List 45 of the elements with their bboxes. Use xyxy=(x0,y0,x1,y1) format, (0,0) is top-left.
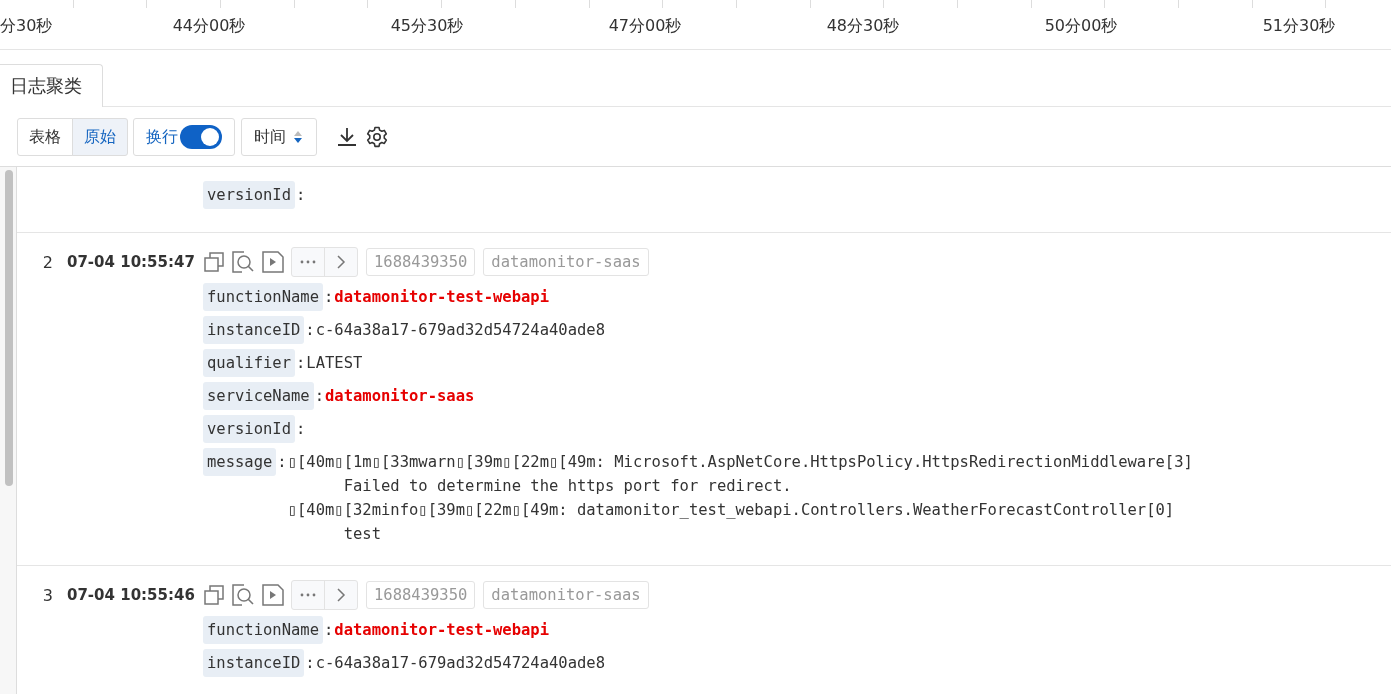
field-key[interactable]: instanceID xyxy=(203,316,305,344)
field-key[interactable]: qualifier xyxy=(203,349,295,377)
field-separator: : xyxy=(323,620,335,641)
log-time: 07-04 10:55:47 xyxy=(67,253,195,271)
field-separator: : xyxy=(276,452,288,473)
log-tag: datamonitor-saas xyxy=(483,581,649,609)
row-number: 2 xyxy=(42,253,53,272)
axis-label: 47分00秒 xyxy=(607,16,683,37)
axis-label: 50分00秒 xyxy=(1043,16,1119,37)
field-key[interactable]: versionId xyxy=(203,415,295,443)
field-separator: : xyxy=(295,185,307,206)
field-key[interactable]: functionName xyxy=(203,616,323,644)
log-tag: 1688439350 xyxy=(366,248,476,276)
row-number: 3 xyxy=(42,586,53,605)
field-value: datamonitor-saas xyxy=(325,386,475,407)
field-value: LATEST xyxy=(306,353,363,374)
field-value: datamonitor-test-webapi xyxy=(334,287,549,308)
axis-label: 48分30秒 xyxy=(825,16,901,37)
field-value: c-64a38a17-679ad32d54724a40ade8 xyxy=(315,320,605,341)
field-key[interactable]: message xyxy=(203,448,277,476)
field-key[interactable]: functionName xyxy=(203,283,323,311)
field-separator: : xyxy=(304,653,316,674)
view-mode-tab[interactable]: 表格 xyxy=(17,118,73,156)
field-value: datamonitor-test-webapi xyxy=(334,620,549,641)
field-value: c-64a38a17-679ad32d54724a40ade8 xyxy=(315,653,605,674)
axis-label: 45分30秒 xyxy=(389,16,465,37)
field-separator: : xyxy=(313,386,325,407)
field-key[interactable]: instanceID xyxy=(203,649,305,677)
field-key[interactable]: versionId xyxy=(203,181,295,209)
sort-button[interactable]: 时间 xyxy=(241,118,317,156)
log-tag: 1688439350 xyxy=(366,581,476,609)
tab[interactable]: 日志聚类 xyxy=(0,64,103,107)
view-mode-tab[interactable]: 原始 xyxy=(72,118,128,156)
axis-label: 51分30秒 xyxy=(1261,16,1337,37)
log-time: 07-04 10:55:46 xyxy=(67,586,195,604)
field-separator: : xyxy=(295,353,307,374)
field-separator: : xyxy=(323,287,335,308)
field-separator: : xyxy=(295,419,307,440)
axis-label: 44分00秒 xyxy=(171,16,247,37)
axis-label: 分30秒 xyxy=(0,16,54,37)
field-value: ▯[40m▯[1m▯[33mwarn▯[39m▯[22m▯[49m: Microsoft.AspNetCore.HttpsPolicy.HttpsRedirectionMiddleware[3] Failed to determine the https port for redirect. ▯[40m▯[32minfo▯[39m▯[22m▯[49m: datamonitor_test_webapi.Controllers.WeatherForecastController[0] test xyxy=(287,452,1193,545)
wrap-toggle[interactable]: 换行 xyxy=(133,118,235,156)
log-tag: datamonitor-saas xyxy=(483,248,649,276)
field-key[interactable]: serviceName xyxy=(203,382,314,410)
field-separator: : xyxy=(304,320,316,341)
